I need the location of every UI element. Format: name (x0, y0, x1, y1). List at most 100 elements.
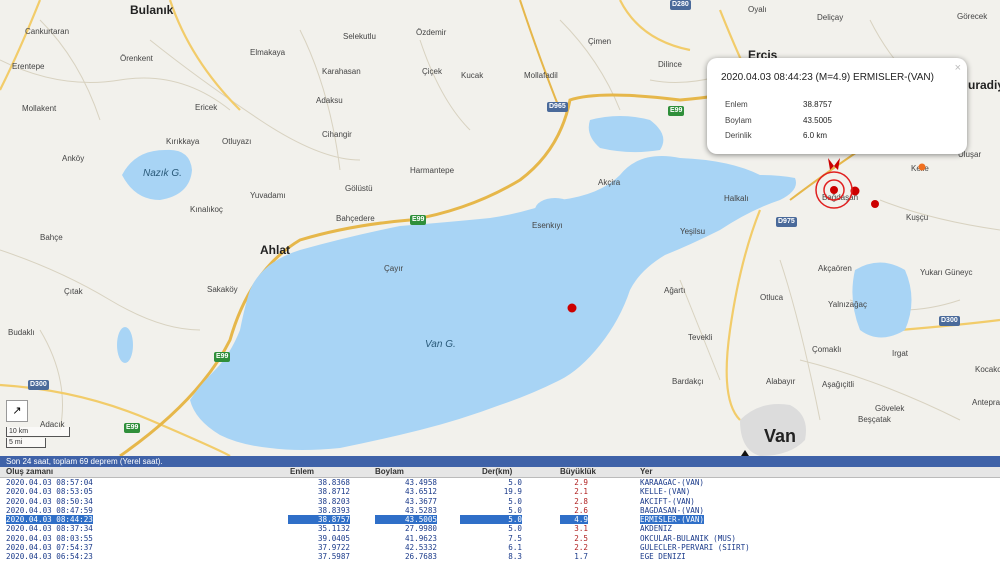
cell-mag: 2.9 (574, 478, 588, 487)
place-akcira: Akçira (598, 178, 621, 187)
table-row[interactable]: 2020.04.03 08:37:34 35.1132 27.9980 5.0 3.1 A… (0, 524, 1000, 533)
cell-mag: 3.1 (574, 524, 588, 534)
cell-lon: 26.7683 (404, 552, 437, 562)
place-bulanik: Bulanık (130, 3, 174, 17)
cell-lat: 38.8368 (317, 478, 350, 487)
cell-depth: 6.1 (508, 543, 522, 553)
table-row[interactable]: 2020.04.03 08:50:34 38.8203 43.3677 5.0 2.8 A… (0, 497, 1000, 506)
place-oyali: Oyalı (748, 5, 767, 14)
place-kocakoy: Kocakoy (975, 365, 1000, 374)
cell-depth: 7.5 (508, 533, 522, 543)
cell-lat: 38.8712 (317, 487, 350, 497)
place-mollafadil: Mollafadil (524, 71, 558, 80)
table-row[interactable]: 2020.04.03 06:54:23 37.5987 26.7683 8.3 1.7 E… (0, 552, 1000, 561)
table-row[interactable]: 2020.04.03 08:53:05 38.8712 43.6512 19.9 2.1… (0, 487, 1000, 496)
col-time[interactable]: Oluş zamanı (6, 467, 53, 477)
map-view[interactable]: Bulanık Cankurtaran Erentepe Örenkent Mo… (0, 0, 1000, 456)
popup-label-longitude: Boylam (725, 116, 752, 125)
table-row[interactable]: 2020.04.03 08:44:23 38.8757 43.5005 5.0 4.9 E… (0, 515, 1000, 525)
place-karahasan: Karahasan (322, 67, 361, 76)
earthquake-popup: 2020.04.03 08:44:23 (M=4.9) ERMISLER-(VA… (707, 58, 967, 154)
place-otluyazi: Otluyazı (222, 137, 252, 146)
lake-van: Van G. (425, 339, 456, 350)
road-shield-d280: D280 (670, 0, 691, 10)
place-delicay: Deliçay (817, 13, 844, 22)
close-icon[interactable]: × (955, 62, 961, 74)
map-scale: 10 km 5 mi (6, 427, 70, 449)
cell-loc: ERMISLER-(VAN) (640, 515, 705, 525)
col-loc[interactable]: Yer (640, 467, 652, 477)
table-row[interactable]: 2020.04.03 08:03:55 39.0405 41.9623 7.5 2.5 O… (0, 534, 1000, 543)
cell-lat: 37.5987 (317, 552, 350, 562)
expand-icon[interactable]: ↗ (6, 400, 28, 422)
table-row[interactable]: 2020.04.03 08:47:59 38.8393 43.5283 5.0 2.6 B… (0, 506, 1000, 515)
table-row[interactable]: 2020.04.03 07:54:37 37.9722 42.5332 6.1 2.2 G… (0, 543, 1000, 552)
col-lon[interactable]: Boylam (375, 467, 404, 477)
cell-depth: 5.0 (508, 478, 522, 487)
place-dilince: Dilince (658, 60, 683, 69)
cell-lat: 39.0405 (317, 533, 350, 543)
cell-loc: EGE DENIZI (640, 552, 686, 562)
place-comakli: Çomaklı (812, 345, 842, 354)
cell-time: 2020.04.03 08:50:34 (6, 496, 93, 506)
cell-loc: BAGDASAN-(VAN) (640, 505, 705, 515)
cell-time: 2020.04.03 08:47:59 (6, 505, 93, 515)
place-cicek: Çiçek (422, 67, 443, 76)
cell-lon: 43.6512 (404, 487, 437, 497)
place-irgat: Irgat (892, 349, 909, 358)
place-ozdemir: Özdemir (416, 28, 447, 37)
place-cankurtaran: Cankurtaran (25, 27, 70, 36)
panel-header: Son 24 saat, toplam 69 deprem (Yerel saa… (0, 456, 1000, 467)
scale-mi: 5 mi (6, 438, 46, 448)
place-bardakci: Bardakçı (672, 377, 704, 386)
place-sakakoy: Sakaköy (207, 285, 238, 294)
place-yukari-guney: Yukarı Güneyc (920, 268, 973, 277)
road-shield-d965: D965 (547, 102, 568, 112)
place-ericek: Ericek (195, 103, 218, 112)
cell-lon: 27.9980 (404, 524, 437, 534)
place-bahcedere: Bahçedere (336, 214, 375, 223)
place-ahlat: Ahlat (260, 243, 290, 257)
road-shield-e99: E99 (214, 352, 231, 362)
place-budakli: Budaklı (8, 328, 35, 337)
road-shield-d300: D300 (28, 380, 49, 390)
popup-value-depth: 6.0 km (803, 131, 828, 140)
cell-mag: 2.2 (574, 543, 588, 553)
col-depth[interactable]: Der(km) (482, 467, 512, 477)
popup-value-longitude: 43.5005 (803, 116, 832, 125)
place-bagdasan: Bağdaşan (822, 193, 859, 202)
place-govelek: Gövelek (875, 404, 905, 413)
cell-depth: 5.0 (460, 515, 522, 525)
col-lat[interactable]: Enlem (290, 467, 314, 477)
place-erentepe: Erentepe (12, 62, 45, 71)
road-shield-e99: E99 (668, 106, 685, 116)
cell-time: 2020.04.03 08:53:05 (6, 487, 93, 497)
cell-mag: 4.9 (560, 515, 588, 525)
cell-depth: 19.9 (503, 487, 522, 497)
place-cayir: Çayır (384, 264, 404, 273)
cell-mag: 2.5 (574, 533, 588, 543)
road-shield-d975: D975 (776, 217, 797, 227)
popup-label-depth: Derinlik (725, 131, 752, 140)
cell-mag: 1.7 (574, 552, 588, 562)
place-asagicitli: Aşağıçitli (822, 380, 855, 389)
cell-depth: 8.3 (508, 552, 522, 562)
place-golustu: Gölüstü (345, 184, 373, 193)
place-mollakent: Mollakent (22, 104, 57, 113)
cell-lon: 43.5005 (375, 515, 437, 525)
road-shield-e99: E99 (410, 215, 427, 225)
table-header: Oluş zamanı Enlem Boylam Der(km) Büyüklü… (0, 467, 1000, 478)
cell-depth: 5.0 (508, 496, 522, 506)
cell-lat: 35.1132 (317, 524, 350, 534)
cell-mag: 2.6 (574, 505, 588, 515)
place-bescatak: Beşçatak (858, 415, 891, 424)
scale-km: 10 km (6, 427, 70, 437)
col-mag[interactable]: Büyüklük (560, 467, 596, 477)
road-shield-e99: E99 (124, 423, 141, 433)
cell-depth: 5.0 (508, 505, 522, 515)
cell-mag: 2.1 (574, 487, 588, 497)
place-kelle: Kelle (911, 164, 929, 173)
place-yuvadami: Yuvadamı (250, 191, 286, 200)
table-row[interactable]: 2020.04.03 08:57:04 38.8368 43.4958 5.0 2.9 K… (0, 478, 1000, 487)
popup-value-latitude: 38.8757 (803, 100, 832, 109)
